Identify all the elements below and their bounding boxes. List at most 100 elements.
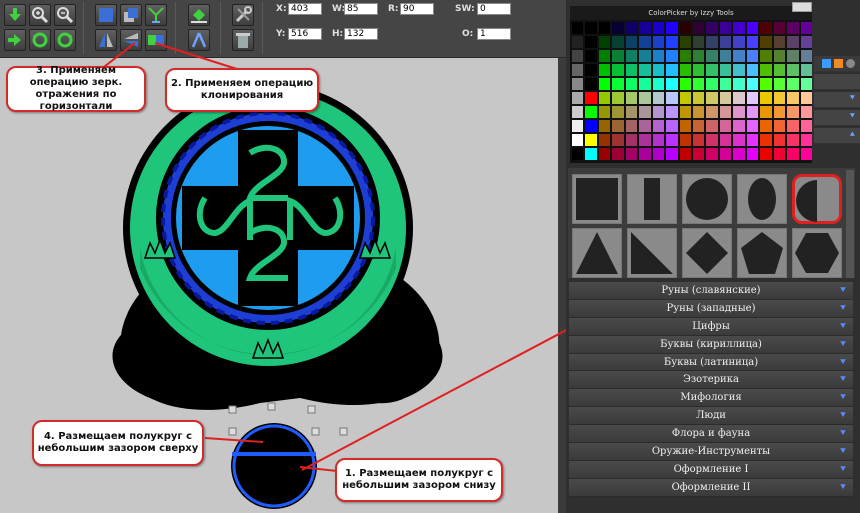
color-swatch[interactable] bbox=[760, 50, 772, 62]
color-swatch[interactable] bbox=[572, 22, 584, 34]
shape-square[interactable] bbox=[572, 174, 622, 224]
shape-circle[interactable] bbox=[682, 174, 732, 224]
color-swatch[interactable] bbox=[693, 106, 705, 118]
color-swatch[interactable] bbox=[652, 92, 665, 104]
color-swatch[interactable] bbox=[572, 64, 584, 76]
color-swatch[interactable] bbox=[787, 106, 799, 118]
color-swatch[interactable] bbox=[746, 22, 759, 34]
color-swatch[interactable] bbox=[652, 120, 665, 132]
color-swatch[interactable] bbox=[679, 92, 691, 104]
color-swatch[interactable] bbox=[719, 78, 732, 90]
color-swatch[interactable] bbox=[666, 134, 678, 146]
color-swatch[interactable] bbox=[598, 50, 611, 62]
color-swatch[interactable] bbox=[666, 36, 678, 48]
color-swatch[interactable] bbox=[693, 78, 705, 90]
color-swatch[interactable] bbox=[666, 22, 678, 34]
color-swatch[interactable] bbox=[719, 50, 732, 62]
color-swatch[interactable] bbox=[639, 120, 651, 132]
category-item[interactable]: Флора и фауна ⯆ bbox=[569, 425, 853, 444]
color-swatch[interactable] bbox=[800, 106, 812, 118]
color-swatch[interactable] bbox=[612, 148, 624, 160]
color-swatch[interactable] bbox=[746, 134, 759, 146]
color-swatch[interactable] bbox=[746, 78, 759, 90]
color-swatch[interactable] bbox=[612, 50, 624, 62]
color-swatch[interactable] bbox=[679, 36, 691, 48]
shape-ellipse[interactable] bbox=[737, 174, 787, 224]
color-swatch[interactable] bbox=[625, 78, 638, 90]
color-swatch[interactable] bbox=[598, 134, 611, 146]
color-swatch[interactable] bbox=[679, 106, 691, 118]
color-swatch[interactable] bbox=[733, 106, 745, 118]
color-swatch[interactable] bbox=[787, 78, 799, 90]
color-swatch[interactable] bbox=[773, 106, 786, 118]
color-swatch[interactable] bbox=[693, 64, 705, 76]
color-swatch[interactable] bbox=[652, 36, 665, 48]
shape-bar[interactable] bbox=[627, 174, 677, 224]
color-swatch[interactable] bbox=[773, 50, 786, 62]
color-swatch[interactable] bbox=[585, 106, 597, 118]
color-swatch[interactable] bbox=[625, 50, 638, 62]
color-swatch[interactable] bbox=[733, 36, 745, 48]
color-swatch[interactable] bbox=[639, 50, 651, 62]
color-swatch[interactable] bbox=[733, 78, 745, 90]
color-swatch[interactable] bbox=[733, 120, 745, 132]
collapsed-section[interactable]: ⯅ bbox=[814, 128, 860, 144]
color-swatch[interactable] bbox=[706, 50, 718, 62]
color-swatch[interactable] bbox=[693, 120, 705, 132]
color-swatch[interactable] bbox=[800, 92, 812, 104]
color-swatch[interactable] bbox=[625, 134, 638, 146]
color-swatch[interactable] bbox=[787, 92, 799, 104]
color-swatch[interactable] bbox=[572, 134, 584, 146]
color-swatch[interactable] bbox=[679, 22, 691, 34]
color-swatch[interactable] bbox=[652, 64, 665, 76]
color-swatch[interactable] bbox=[787, 64, 799, 76]
color-swatch[interactable] bbox=[787, 120, 799, 132]
color-swatch[interactable] bbox=[787, 50, 799, 62]
color-swatch[interactable] bbox=[706, 134, 718, 146]
color-swatch[interactable] bbox=[639, 36, 651, 48]
color-swatch[interactable] bbox=[706, 120, 718, 132]
color-swatch[interactable] bbox=[572, 78, 584, 90]
shape-pentagon[interactable] bbox=[737, 228, 787, 278]
category-item[interactable]: Люди ⯆ bbox=[569, 407, 853, 426]
color-swatch[interactable] bbox=[733, 50, 745, 62]
color-swatch[interactable] bbox=[773, 36, 786, 48]
color-swatch[interactable] bbox=[612, 120, 624, 132]
color-swatch[interactable] bbox=[666, 92, 678, 104]
color-swatch[interactable] bbox=[746, 106, 759, 118]
color-swatch[interactable] bbox=[719, 36, 732, 48]
color-swatch[interactable] bbox=[706, 78, 718, 90]
shape-triangle[interactable] bbox=[572, 228, 622, 278]
color-swatch[interactable] bbox=[639, 78, 651, 90]
color-swatch[interactable] bbox=[598, 92, 611, 104]
color-swatch[interactable] bbox=[733, 22, 745, 34]
color-swatch[interactable] bbox=[693, 134, 705, 146]
color-swatch[interactable] bbox=[746, 64, 759, 76]
color-swatch[interactable] bbox=[706, 148, 718, 160]
color-swatch[interactable] bbox=[572, 50, 584, 62]
color-swatch[interactable] bbox=[625, 106, 638, 118]
color-swatch[interactable] bbox=[693, 92, 705, 104]
color-swatch[interactable] bbox=[639, 134, 651, 146]
color-swatch[interactable] bbox=[625, 64, 638, 76]
color-swatch[interactable] bbox=[706, 64, 718, 76]
color-swatch[interactable] bbox=[693, 50, 705, 62]
color-swatch[interactable] bbox=[585, 134, 597, 146]
color-swatch[interactable] bbox=[746, 36, 759, 48]
category-item[interactable]: Оружие-Инструменты ⯆ bbox=[569, 443, 853, 461]
collapsed-section[interactable]: ⯆ bbox=[814, 92, 860, 108]
color-swatch[interactable] bbox=[666, 50, 678, 62]
color-swatch[interactable] bbox=[760, 78, 772, 90]
color-swatch[interactable] bbox=[585, 148, 597, 160]
color-swatch[interactable] bbox=[598, 36, 611, 48]
color-swatch[interactable] bbox=[639, 148, 651, 160]
color-swatch[interactable] bbox=[787, 134, 799, 146]
color-swatch[interactable] bbox=[800, 78, 812, 90]
color-swatch[interactable] bbox=[612, 36, 624, 48]
color-swatch[interactable] bbox=[585, 36, 597, 48]
color-swatch[interactable] bbox=[652, 50, 665, 62]
shape-semicircle[interactable] bbox=[792, 174, 842, 224]
category-item[interactable]: Буквы (кириллица) ⯆ bbox=[569, 335, 853, 354]
color-swatch[interactable] bbox=[572, 36, 584, 48]
color-swatch[interactable] bbox=[652, 78, 665, 90]
